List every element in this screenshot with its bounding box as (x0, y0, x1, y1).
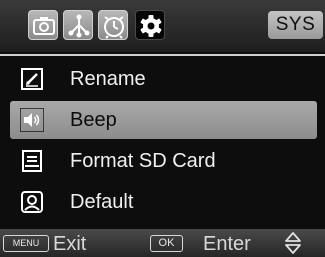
tab-timer[interactable] (98, 10, 128, 40)
edit-icon (20, 67, 44, 91)
reset-icon (20, 190, 44, 214)
tab-bar: SYS (0, 0, 325, 52)
sd-card-icon (20, 149, 44, 173)
menu-item-label: Rename (70, 68, 146, 90)
menu-item-label: Default (70, 191, 134, 213)
menu-item-label: Format SD Card (70, 150, 216, 172)
menu-item-rename[interactable]: Rename (10, 60, 317, 98)
exit-hint: Exit (53, 233, 87, 255)
gear-icon (140, 15, 162, 37)
menu-item-format-sd-card[interactable]: Format SD Card (10, 142, 317, 180)
camera-icon (33, 17, 55, 35)
timer-icon (104, 16, 124, 39)
footer-bar: MENU Exit OK Enter (0, 229, 325, 257)
up-down-arrows-icon (285, 232, 301, 254)
menu-item-beep[interactable]: Beep (10, 101, 317, 139)
camera-settings-screen: SYS Rename Beep Format SD Card Default M… (0, 0, 325, 257)
menu-key-badge[interactable]: MENU (3, 235, 49, 252)
header-divider (0, 54, 325, 56)
enter-hint: Enter (203, 233, 251, 255)
tab-sys[interactable]: SYS (268, 11, 323, 39)
menu-item-label: Beep (70, 109, 117, 131)
network-icon (68, 14, 90, 38)
tab-setup[interactable] (135, 10, 165, 40)
menu-item-default[interactable]: Default (10, 183, 317, 221)
speaker-icon (20, 108, 44, 132)
ok-key-badge[interactable]: OK (150, 235, 183, 252)
tab-network[interactable] (63, 10, 93, 40)
tab-camera[interactable] (28, 10, 58, 40)
